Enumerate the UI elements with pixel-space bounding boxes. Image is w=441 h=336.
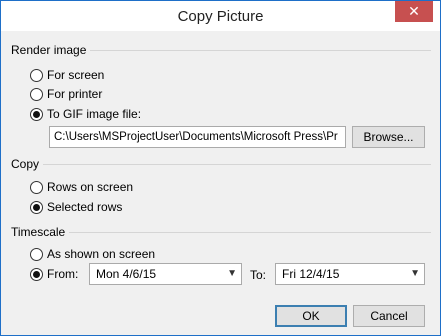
rows-on-screen-label: Rows on screen — [47, 180, 134, 194]
close-button[interactable]: ✕ — [395, 1, 433, 22]
rows-on-screen-radio[interactable] — [30, 180, 43, 194]
to-date-dropdown[interactable]: Fri 12/4/15 ▼ — [275, 263, 425, 285]
selected-rows-option[interactable]: Selected rows — [30, 199, 122, 215]
for-printer-label: For printer — [47, 87, 103, 101]
from-radio[interactable] — [30, 267, 43, 281]
selected-rows-label: Selected rows — [47, 200, 123, 214]
rows-on-screen-option[interactable]: Rows on screen — [30, 179, 133, 195]
chevron-down-icon: ▼ — [227, 268, 237, 279]
from-date-value: Mon 4/6/15 — [96, 267, 157, 281]
from-option[interactable]: From: — [30, 266, 78, 282]
as-shown-radio[interactable] — [30, 247, 43, 261]
as-shown-option[interactable]: As shown on screen — [30, 246, 155, 262]
timescale-label: Timescale — [11, 225, 70, 239]
group-divider — [11, 164, 431, 165]
dialog-title: Copy Picture — [177, 8, 264, 25]
ok-button[interactable]: OK — [275, 305, 347, 327]
to-gif-label: To GIF image file: — [47, 107, 142, 121]
timescale-group-header: Timescale — [11, 225, 431, 239]
to-label: To: — [250, 268, 267, 282]
for-screen-label: For screen — [47, 68, 105, 82]
render-image-label: Render image — [11, 43, 91, 57]
gif-file-path-input[interactable]: C:\Users\MSProjectUser\Documents\Microso… — [49, 126, 346, 148]
selected-rows-radio[interactable] — [30, 200, 43, 214]
close-icon: ✕ — [408, 3, 420, 19]
to-date-value: Fri 12/4/15 — [282, 267, 340, 281]
to-gif-option[interactable]: To GIF image file: — [30, 106, 141, 122]
for-printer-radio[interactable] — [30, 87, 43, 101]
for-screen-radio[interactable] — [30, 68, 43, 82]
group-divider — [11, 232, 431, 233]
chevron-down-icon: ▼ — [410, 268, 420, 279]
from-label: From: — [47, 267, 79, 281]
copy-label: Copy — [11, 157, 44, 171]
from-date-dropdown[interactable]: Mon 4/6/15 ▼ — [89, 263, 242, 285]
cancel-button[interactable]: Cancel — [353, 305, 425, 327]
dialog-body: Render image For screen For printer To G… — [1, 31, 440, 335]
copy-picture-dialog: Copy Picture ✕ Render image For screen F… — [0, 0, 441, 336]
to-gif-radio[interactable] — [30, 107, 43, 121]
as-shown-label: As shown on screen — [47, 247, 156, 261]
title-bar: Copy Picture ✕ — [1, 1, 440, 31]
for-screen-option[interactable]: For screen — [30, 67, 104, 83]
for-printer-option[interactable]: For printer — [30, 86, 102, 102]
copy-group-header: Copy — [11, 157, 431, 171]
browse-button[interactable]: Browse... — [352, 126, 425, 148]
render-image-group-header: Render image — [11, 43, 431, 57]
